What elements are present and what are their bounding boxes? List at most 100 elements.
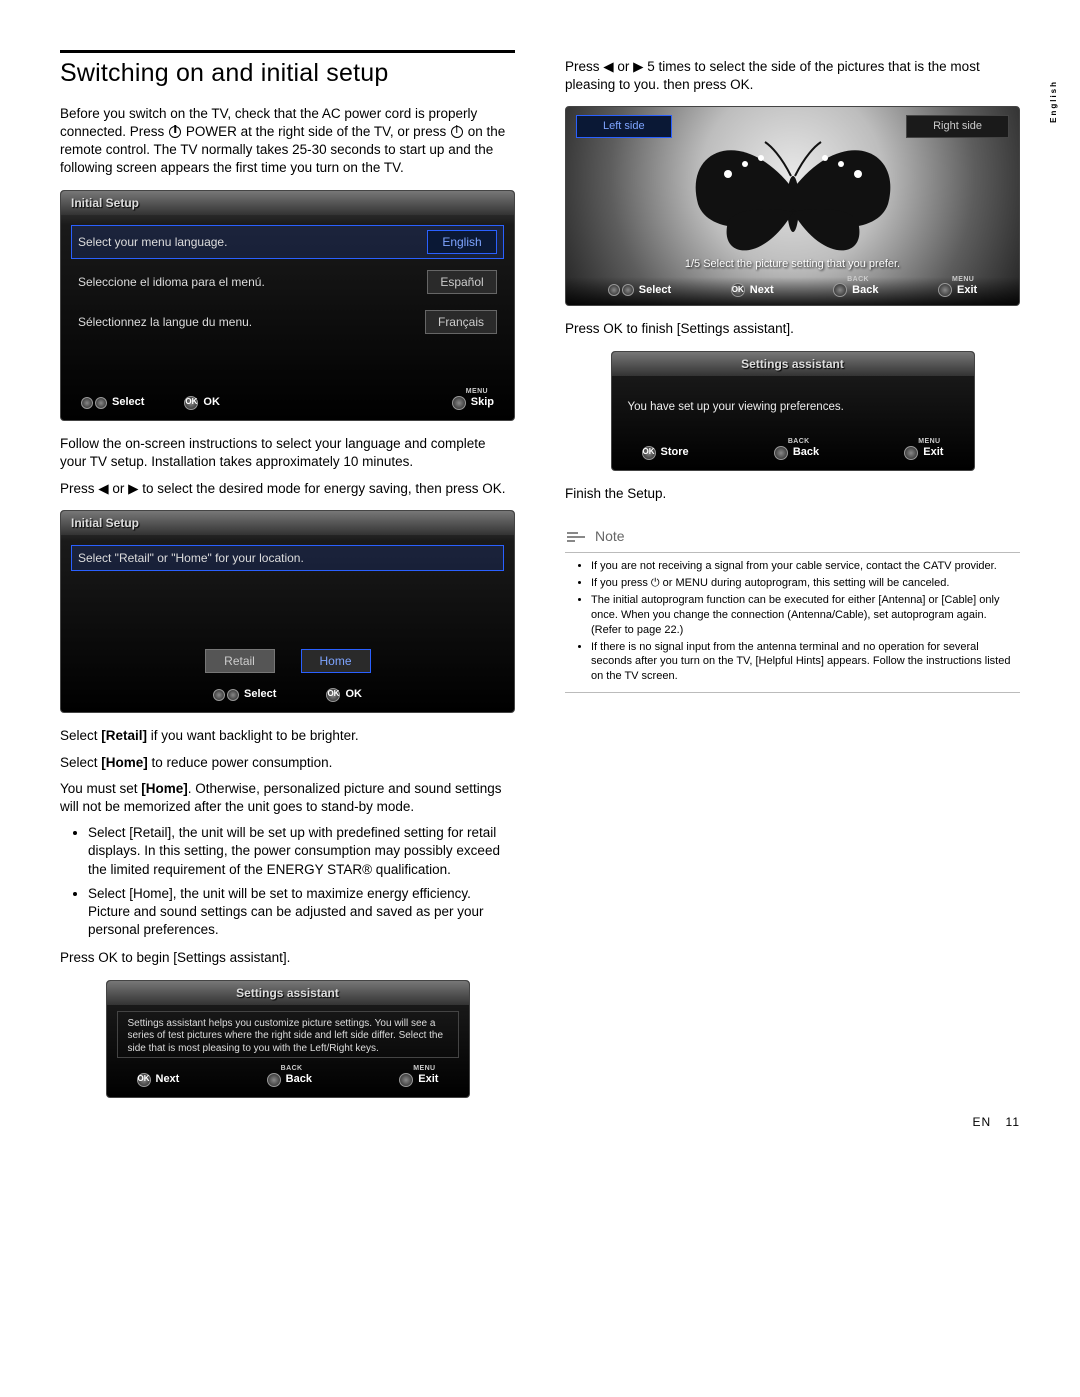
label: OK (203, 395, 220, 410)
ok-icon: OK (642, 446, 656, 460)
menu-icon (938, 283, 952, 297)
sup-label: MENU (952, 275, 974, 284)
action-ok[interactable]: OK OK (326, 687, 362, 702)
label: Select (112, 395, 144, 410)
note-label: Note (595, 527, 625, 546)
back-icon (267, 1073, 281, 1087)
footer-page: 11 (1006, 1115, 1020, 1129)
page-title: Switching on and initial setup (60, 50, 515, 91)
action-exit[interactable]: MENU Exit (399, 1072, 438, 1087)
option-home[interactable]: Home (301, 649, 371, 673)
label: Back (286, 1072, 312, 1087)
paragraph: Finish the Setup. (565, 485, 1020, 503)
label: Exit (923, 445, 943, 460)
panel-actions: Select OK Next BACK Back MENU Exit (566, 277, 1019, 306)
paragraph: Select [Retail] if you want backlight to… (60, 727, 515, 745)
language-tab: English (1049, 80, 1060, 123)
row-text: Sélectionnez la langue du menu. (78, 314, 252, 330)
power-icon (169, 126, 181, 138)
ok-icon: OK (137, 1073, 151, 1087)
paragraph: Press OK to finish [Settings assistant]. (565, 320, 1020, 338)
sup-label: BACK (281, 1064, 303, 1073)
location-panel: Initial Setup Select "Retail" or "Home" … (60, 510, 515, 713)
label: Next (156, 1072, 180, 1087)
action-exit[interactable]: MENU Exit (938, 283, 977, 298)
sup-label: BACK (847, 275, 869, 284)
menu-icon (399, 1073, 413, 1087)
action-skip[interactable]: MENU Skip (452, 395, 494, 410)
butterfly-icon (673, 134, 913, 264)
power-icon (451, 126, 463, 138)
panel-title: Settings assistant (107, 981, 469, 1005)
back-icon (774, 446, 788, 460)
action-select[interactable]: Select (81, 395, 144, 410)
ring-icon (608, 284, 634, 296)
panel-actions: OK Store BACK Back MENU Exit (612, 437, 974, 470)
note-list: If you are not receiving a signal from y… (591, 559, 1020, 684)
action-exit[interactable]: MENU Exit (904, 445, 943, 460)
left-side-button[interactable]: Left side (576, 115, 672, 138)
panel-actions: Select OK OK (61, 679, 514, 712)
panel-title: Initial Setup (61, 511, 514, 535)
ring-icon (81, 397, 107, 409)
list-item: Select [Home], the unit will be set to m… (88, 885, 515, 940)
location-prompt: Select "Retail" or "Home" for your locat… (71, 545, 504, 571)
action-back[interactable]: BACK Back (267, 1072, 312, 1087)
picture-caption: 1/5 Select the picture setting that you … (566, 257, 1019, 272)
lang-row-en[interactable]: Select your menu language. English (71, 225, 504, 259)
bullet-list: Select [Retail], the unit will be set up… (88, 824, 515, 939)
left-column: Switching on and initial setup Before yo… (60, 50, 515, 1112)
text: POWER at the right side of the TV, or pr… (186, 124, 450, 139)
panel-message: Settings assistant helps you customize p… (117, 1011, 459, 1059)
lang-row-es[interactable]: Seleccione el idioma para el menú. Españ… (71, 265, 504, 299)
sup-label: MENU (413, 1064, 435, 1073)
ok-icon: OK (731, 283, 745, 297)
intro-paragraph: Before you switch on the TV, check that … (60, 105, 515, 178)
action-next[interactable]: OK Next (731, 283, 774, 298)
list-item: The initial autoprogram function can be … (591, 593, 1020, 638)
paragraph: Press OK to begin [Settings assistant]. (60, 949, 515, 967)
paragraph: Select [Home] to reduce power consumptio… (60, 754, 515, 772)
action-ok[interactable]: OK OK (184, 395, 220, 410)
menu-icon (904, 446, 918, 460)
paragraph: Follow the on-screen instructions to sel… (60, 435, 515, 471)
panel-title: Settings assistant (612, 352, 974, 376)
panel-message: You have set up your viewing preferences… (622, 386, 964, 430)
lang-opt-francais[interactable]: Français (425, 310, 497, 334)
page-footer: EN 11 (973, 1114, 1020, 1130)
paragraph: Press ◀ or ▶ 5 times to select the side … (565, 58, 1020, 94)
lang-opt-espanol[interactable]: Español (427, 270, 497, 294)
note-icon (567, 532, 585, 542)
option-retail[interactable]: Retail (205, 649, 275, 673)
ok-icon: OK (326, 688, 340, 702)
sup-label: BACK (788, 437, 810, 446)
list-item: If there is no signal input from the ant… (591, 640, 1020, 685)
row-text: Select your menu language. (78, 234, 227, 250)
label: Skip (471, 395, 494, 410)
action-select[interactable]: Select (213, 687, 276, 702)
action-back[interactable]: BACK Back (833, 283, 878, 298)
sup-label: MENU (918, 437, 940, 446)
page-columns: Switching on and initial setup Before yo… (60, 50, 1020, 1112)
action-next[interactable]: OK Next (137, 1072, 180, 1087)
ring-icon (213, 689, 239, 701)
lang-opt-english[interactable]: English (427, 230, 497, 254)
ok-icon: OK (184, 396, 198, 410)
label: Exit (957, 283, 977, 298)
settings-assistant-done-panel: Settings assistant You have set up your … (611, 351, 975, 472)
right-column: Press ◀ or ▶ 5 times to select the side … (565, 50, 1020, 1112)
list-item: Select [Retail], the unit will be set up… (88, 824, 515, 879)
label: Select (639, 283, 671, 298)
label: Next (750, 283, 774, 298)
picture-preview-panel: Left side Right side 1/5 Select the pict… (565, 106, 1020, 306)
right-side-button[interactable]: Right side (906, 115, 1009, 138)
action-select[interactable]: Select (608, 283, 671, 298)
note-box: Note If you are not receiving a signal f… (565, 517, 1020, 693)
action-store[interactable]: OK Store (642, 445, 689, 460)
row-text: Seleccione el idioma para el menú. (78, 274, 265, 290)
panel-actions: Select OK OK MENU Skip (61, 387, 514, 420)
footer-lang: EN (973, 1115, 992, 1129)
lang-row-fr[interactable]: Sélectionnez la langue du menu. Français (71, 305, 504, 339)
label: OK (345, 687, 362, 702)
action-back[interactable]: BACK Back (774, 445, 819, 460)
